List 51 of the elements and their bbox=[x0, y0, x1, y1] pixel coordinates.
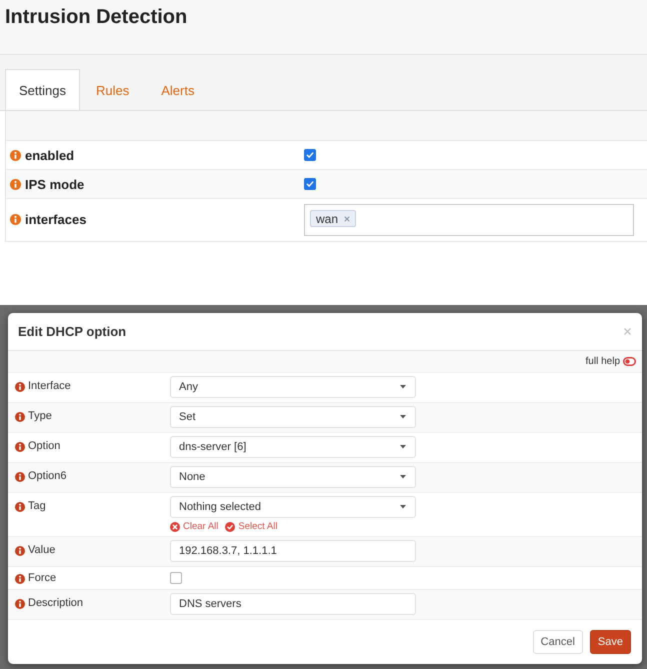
field-label: Option6 bbox=[28, 470, 67, 483]
setting-label: interfaces bbox=[25, 212, 86, 227]
remove-icon[interactable] bbox=[344, 216, 350, 222]
info-icon bbox=[10, 178, 21, 190]
info-icon bbox=[15, 546, 25, 556]
check-circle-icon bbox=[225, 522, 236, 532]
field-label: Type bbox=[28, 410, 52, 423]
save-button[interactable]: Save bbox=[590, 630, 631, 654]
help-label: full help bbox=[586, 356, 620, 367]
field-label: Option bbox=[28, 440, 60, 453]
setting-label: enabled bbox=[25, 148, 74, 162]
select-field[interactable]: Set bbox=[170, 406, 416, 428]
setting-label: IPS mode bbox=[25, 176, 84, 192]
caret-icon bbox=[400, 415, 406, 419]
checkbox[interactable] bbox=[170, 572, 182, 584]
select-field[interactable]: None bbox=[170, 466, 416, 488]
field-label: Description bbox=[28, 597, 84, 610]
checkbox[interactable] bbox=[304, 178, 316, 190]
select-field[interactable]: dns-server [6] bbox=[170, 436, 416, 458]
info-icon bbox=[10, 150, 21, 160]
info-icon bbox=[15, 442, 25, 452]
interfaces-field[interactable]: wan bbox=[304, 204, 634, 236]
clear-all-link[interactable]: Clear All bbox=[170, 521, 218, 532]
dialog-title: Edit DHCP option bbox=[18, 324, 126, 339]
page-title: Intrusion Detection bbox=[5, 5, 188, 29]
tag-label: wan bbox=[316, 212, 338, 226]
info-icon bbox=[15, 574, 25, 584]
caret-icon bbox=[400, 445, 406, 449]
caret-icon bbox=[400, 505, 406, 509]
x-circle-icon bbox=[170, 522, 180, 532]
tab[interactable]: Settings bbox=[5, 69, 80, 110]
cancel-button[interactable]: Cancel bbox=[532, 630, 583, 654]
select-all-link[interactable]: Select All bbox=[225, 521, 278, 532]
select-field[interactable]: Nothing selected bbox=[170, 496, 416, 518]
info-icon bbox=[15, 598, 25, 608]
checkbox[interactable] bbox=[304, 149, 316, 161]
text-field[interactable]: DNS servers bbox=[170, 593, 416, 615]
caret-icon bbox=[400, 475, 406, 479]
field-label: Tag bbox=[28, 500, 46, 513]
field-label: Value bbox=[28, 544, 56, 557]
toggle-switch[interactable] bbox=[623, 357, 636, 366]
info-icon bbox=[10, 214, 21, 225]
field-label: Interface bbox=[28, 380, 71, 393]
caret-icon bbox=[400, 385, 406, 389]
info-icon bbox=[15, 412, 25, 422]
select-field[interactable]: Any bbox=[170, 376, 416, 398]
text-field[interactable]: 192.168.3.7, 1.1.1.1 bbox=[170, 540, 416, 562]
info-icon bbox=[15, 382, 25, 392]
info-icon bbox=[15, 472, 25, 482]
field-label: Force bbox=[28, 572, 56, 585]
info-icon bbox=[15, 502, 25, 512]
